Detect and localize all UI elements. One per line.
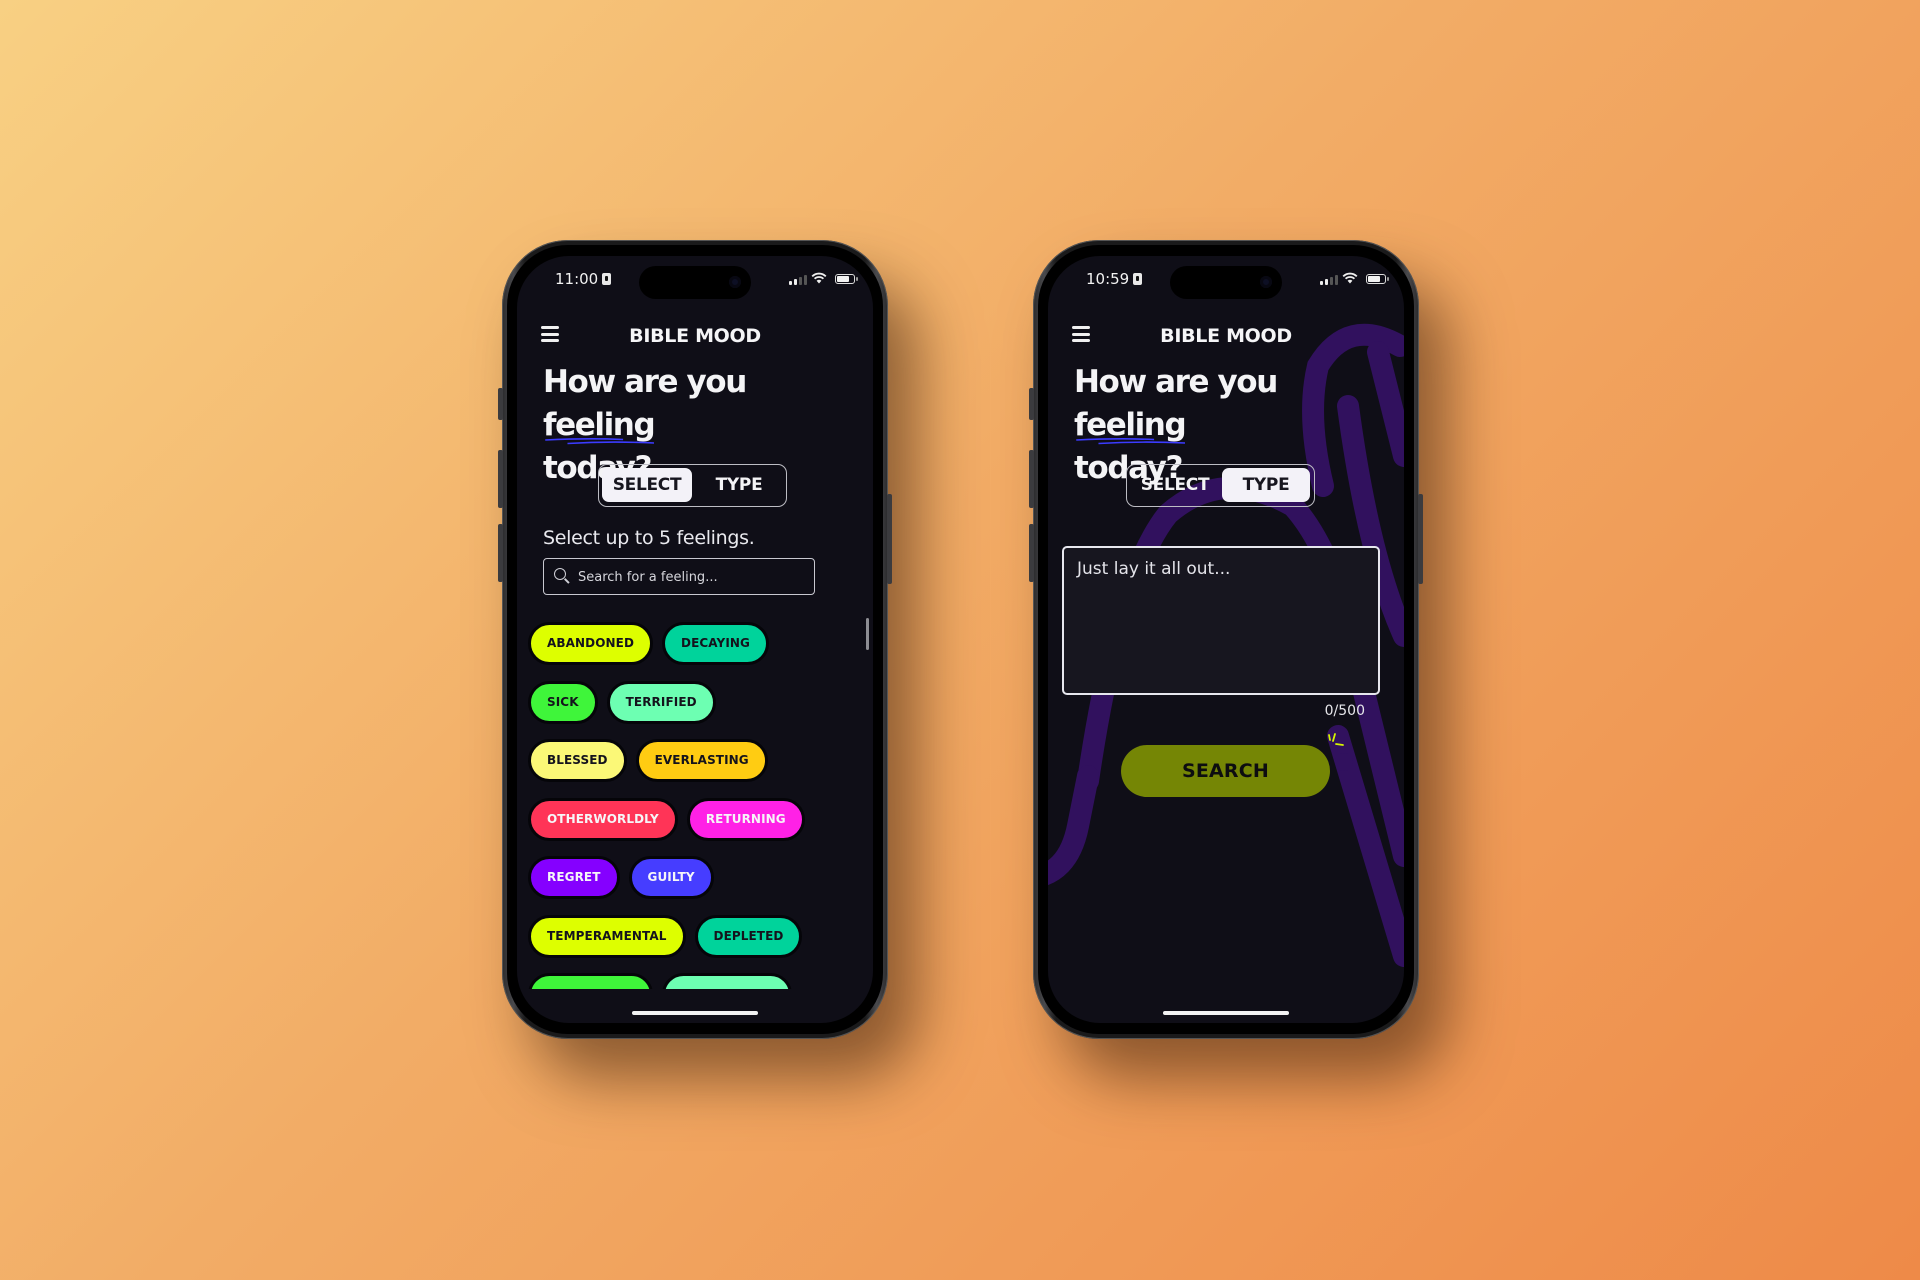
- status-time: 11:00: [555, 270, 612, 288]
- app-bar: BIBLE MOOD: [1048, 316, 1404, 356]
- screen: 10:59 BIBLE MOOD How are you feeling tod…: [1048, 256, 1404, 1023]
- battery-icon: [835, 274, 858, 284]
- character-counter: 0/500: [1324, 703, 1365, 719]
- heading-highlight: feeling: [543, 407, 656, 445]
- phone-select-mode: 11:00 BIBLE MOOD How are you feeling tod…: [498, 240, 892, 1039]
- tab-type[interactable]: TYPE: [1222, 468, 1310, 502]
- cellular-signal-icon: [1320, 275, 1338, 285]
- heading-highlight: feeling: [1074, 407, 1187, 445]
- feeling-chip-sick[interactable]: SICK: [528, 680, 598, 724]
- feelings-row: OTHERWORLDLY RETURNING: [528, 797, 805, 841]
- tab-select[interactable]: SELECT: [1130, 468, 1220, 502]
- feeling-chip-decaying[interactable]: DECAYING: [662, 622, 769, 665]
- feelings-row: REGRET GUILTY: [528, 856, 714, 899]
- search-icon: [554, 568, 566, 580]
- feelings-textarea[interactable]: [1064, 548, 1378, 693]
- feelings-textarea-box[interactable]: [1062, 546, 1380, 695]
- phone-type-mode: 10:59 BIBLE MOOD How are you feeling tod…: [1029, 240, 1423, 1039]
- feelings-row: SICK TERRIFIED: [528, 680, 716, 724]
- heading-text: How are you: [543, 364, 747, 400]
- dynamic-island: [639, 266, 751, 299]
- volume-up-button: [1029, 450, 1034, 508]
- battery-icon: [1366, 274, 1389, 284]
- search-button[interactable]: SEARCH: [1121, 745, 1330, 797]
- volume-down-button: [498, 524, 503, 582]
- screen: 11:00 BIBLE MOOD How are you feeling tod…: [517, 256, 873, 1023]
- feeling-chip-otherworldly[interactable]: OTHERWORLDLY: [528, 797, 678, 841]
- feeling-chip-guilty[interactable]: GUILTY: [628, 856, 714, 899]
- heading-text: How are you: [1074, 364, 1278, 400]
- power-button: [887, 494, 892, 584]
- feeling-chip-abandoned[interactable]: ABANDONED: [528, 622, 654, 665]
- feelings-row: TEMPERAMENTAL DEPLETED: [528, 914, 803, 958]
- contact-badge-icon: [602, 273, 612, 285]
- home-indicator[interactable]: [632, 1011, 758, 1015]
- feeling-chip-temperamental[interactable]: TEMPERAMENTAL: [528, 914, 686, 958]
- sparkle-icon: [1328, 733, 1344, 746]
- wifi-icon: [811, 272, 827, 284]
- feeling-chip[interactable]: [662, 973, 792, 989]
- camera-icon: [729, 276, 741, 288]
- feelings-row: ABANDONED DECAYING: [528, 622, 769, 665]
- feelings-row: BLESSED EVERLASTING: [528, 739, 768, 782]
- dynamic-island: [1170, 266, 1282, 299]
- power-button: [1418, 494, 1423, 584]
- feeling-chip-terrified[interactable]: TERRIFIED: [606, 680, 716, 724]
- action-button: [1029, 388, 1034, 420]
- feelings-row: [528, 973, 792, 989]
- volume-up-button: [498, 450, 503, 508]
- feeling-chip-blessed[interactable]: BLESSED: [528, 739, 627, 782]
- feeling-chip-returning[interactable]: RETURNING: [686, 797, 805, 841]
- feeling-chip-everlasting[interactable]: EVERLASTING: [635, 739, 768, 782]
- cellular-signal-icon: [789, 275, 807, 285]
- app-title: BIBLE MOOD: [629, 325, 761, 347]
- scribble-underline-icon: [545, 438, 655, 445]
- status-bar: 10:59: [1048, 256, 1404, 306]
- tab-type[interactable]: TYPE: [696, 468, 782, 502]
- volume-down-button: [1029, 524, 1034, 582]
- camera-icon: [1260, 276, 1272, 288]
- app-title: BIBLE MOOD: [1160, 325, 1292, 347]
- status-bar: 11:00: [517, 256, 873, 306]
- scribble-underline-icon: [1076, 438, 1186, 445]
- feeling-chip[interactable]: [528, 973, 653, 989]
- feeling-search-input[interactable]: [576, 559, 810, 595]
- app-bar: BIBLE MOOD: [517, 316, 873, 356]
- feelings-list: ABANDONED DECAYING SICK TERRIFIED BLESSED EVE…: [517, 620, 873, 989]
- mode-toggle: SELECT TYPE: [1126, 464, 1315, 507]
- tab-select[interactable]: SELECT: [602, 468, 692, 502]
- helper-text: Select up to 5 feelings.: [543, 527, 755, 549]
- feeling-chip-depleted[interactable]: DEPLETED: [694, 914, 803, 958]
- feeling-chip-regret[interactable]: REGRET: [528, 856, 620, 899]
- wifi-icon: [1342, 272, 1358, 284]
- home-indicator[interactable]: [1163, 1011, 1289, 1015]
- mode-toggle: SELECT TYPE: [598, 464, 787, 507]
- status-time: 10:59: [1086, 270, 1143, 288]
- action-button: [498, 388, 503, 420]
- feeling-search[interactable]: [543, 558, 815, 595]
- contact-badge-icon: [1133, 273, 1143, 285]
